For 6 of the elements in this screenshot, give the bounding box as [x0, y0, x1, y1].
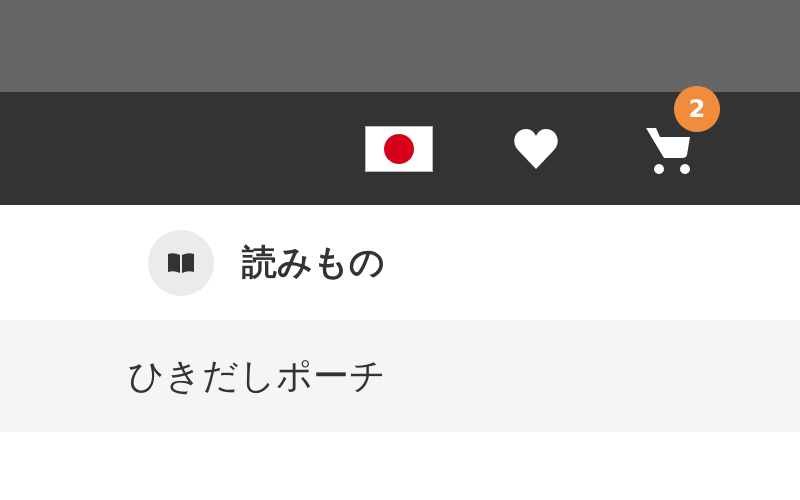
heart-icon[interactable] [513, 128, 559, 170]
section-title: 読みもの [242, 242, 385, 285]
cart-count-badge: 2 [674, 86, 720, 132]
book-icon [168, 252, 194, 272]
list-item[interactable]: ひきだしポーチ [0, 320, 800, 432]
flag-icon[interactable] [365, 126, 433, 172]
